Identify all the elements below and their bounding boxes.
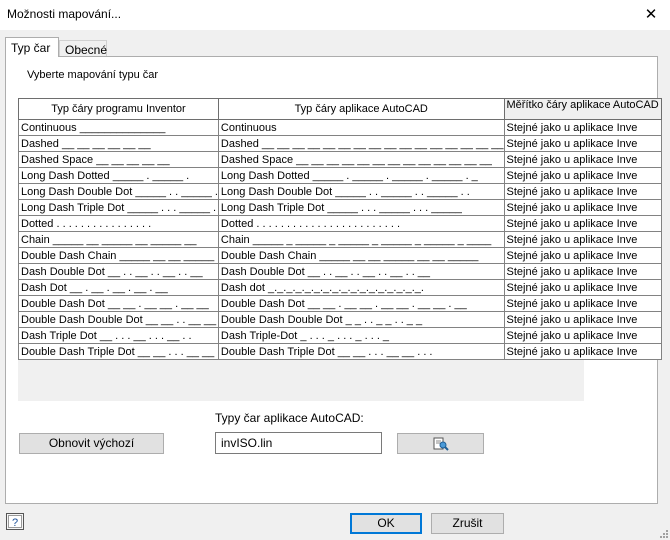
linetype-scale-cell[interactable]: Stejné jako u aplikace Inve	[503, 311, 662, 328]
table-row[interactable]: Continuous ______________ Continuous Stejn…	[18, 119, 662, 136]
linetype-scale-cell[interactable]: Stejné jako u aplikace Inve	[503, 135, 662, 152]
autocad-linetype-cell[interactable]: Chain _____ _ _____ _ _____ _ _____ _ __…	[217, 231, 505, 248]
table-row[interactable]: Chain _____ __ _____ __ _____ __ Chain __…	[18, 231, 662, 248]
inventor-linetype-cell[interactable]: Dash Triple Dot __ . . . __ . . . __ . .	[18, 327, 219, 344]
linetype-scale-cell[interactable]: Stejné jako u aplikace Inve	[503, 215, 662, 232]
inventor-linetype-cell[interactable]: Long Dash Triple Dot _____ . . . _____ .	[18, 199, 219, 216]
linetype-scale-cell[interactable]: Stejné jako u aplikace Inve	[503, 231, 662, 248]
inventor-linetype-cell[interactable]: Dash Double Dot __ . . __ . . __ . . __	[18, 263, 219, 280]
cancel-button[interactable]: Zrušit	[431, 513, 504, 534]
linetype-scale-cell[interactable]: Stejné jako u aplikace Inve	[503, 327, 662, 344]
help-icon: ?	[6, 513, 24, 530]
linetype-scale-cell[interactable]: Stejné jako u aplikace Inve	[503, 199, 662, 216]
table-row[interactable]: Long Dash Triple Dot _____ . . . _____ .…	[18, 199, 662, 216]
column-header-scale[interactable]: Měřítko čáry aplikace AutoCAD	[503, 98, 662, 120]
autocad-linetype-cell[interactable]: Dashed Space __ __ __ __ __ __ __ __ __ …	[217, 151, 505, 168]
table-row[interactable]: Double Dash Dot __ __ . __ __ . __ __ Dou…	[18, 295, 662, 312]
table-row[interactable]: Dashed __ __ __ __ __ __ Dashed __ __ __ …	[18, 135, 662, 152]
column-header-inventor[interactable]: Typ čáry programu Inventor	[18, 98, 219, 120]
autocad-linetypes-label: Typy čar aplikace AutoCAD:	[215, 411, 364, 425]
inventor-linetype-cell[interactable]: Long Dash Dotted _____ . _____ .	[18, 167, 219, 184]
table-row[interactable]: Double Dash Double Dot __ __ . . __ __ Do…	[18, 311, 662, 328]
autocad-linetype-cell[interactable]: Double Dash Dot __ __ . __ __ . __ __ . …	[217, 295, 505, 312]
table-row[interactable]: Long Dash Double Dot _____ . . _____ . Lo…	[18, 183, 662, 200]
inventor-linetype-cell[interactable]: Long Dash Double Dot _____ . . _____ .	[18, 183, 219, 200]
inventor-linetype-cell[interactable]: Double Dash Chain _____ __ __ _____	[18, 247, 219, 264]
help-button[interactable]: ?	[6, 513, 24, 530]
linetype-mapping-grid: Typ čáry programu Inventor Typ čáry apli…	[18, 98, 662, 360]
autocad-linetype-cell[interactable]: Dash Double Dot __ . . __ . . __ . . __ …	[217, 263, 505, 280]
inventor-linetype-cell[interactable]: Double Dash Triple Dot __ __ . . . __ __	[18, 343, 219, 360]
table-row[interactable]: Dash Dot __ . __ . __ . __ . __ Dash dot …	[18, 279, 662, 296]
autocad-linetype-cell[interactable]: Dotted . . . . . . . . . . . . . . . . .…	[217, 215, 505, 232]
browse-button[interactable]	[397, 433, 484, 454]
linetype-scale-cell[interactable]: Stejné jako u aplikace Inve	[503, 151, 662, 168]
window-title: Možnosti mapování...	[7, 7, 122, 21]
instruction-text: Vyberte mapování typu čar	[27, 69, 159, 81]
tab-typ-car[interactable]: Typ čar	[5, 37, 59, 57]
autocad-linetype-cell[interactable]: Double Dash Chain _____ __ __ _____ __ _…	[217, 247, 505, 264]
title-bar: Možnosti mapování... ✕	[0, 0, 670, 30]
linetype-scale-cell[interactable]: Stejné jako u aplikace Inve	[503, 119, 662, 136]
tab-obecne[interactable]: Obecné	[59, 40, 107, 57]
autocad-linetype-cell[interactable]: Dashed __ __ __ __ __ __ __ __ __ __ __ …	[217, 135, 505, 152]
open-file-icon	[433, 437, 449, 451]
inventor-linetype-cell[interactable]: Dashed __ __ __ __ __ __	[18, 135, 219, 152]
table-row[interactable]: Dash Double Dot __ . . __ . . __ . . __ D…	[18, 263, 662, 280]
resize-grip-icon[interactable]	[658, 528, 668, 538]
linetype-scale-cell[interactable]: Stejné jako u aplikace Inve	[503, 343, 662, 360]
column-header-autocad[interactable]: Typ čáry aplikace AutoCAD	[217, 98, 505, 120]
inventor-linetype-cell[interactable]: Double Dash Dot __ __ . __ __ . __ __	[18, 295, 219, 312]
autocad-linetype-cell[interactable]: Dash dot _._._._._._._._._._._._._._._._…	[217, 279, 505, 296]
autocad-linetype-cell[interactable]: Double Dash Triple Dot __ __ . . . __ __…	[217, 343, 505, 360]
table-row[interactable]: Double Dash Triple Dot __ __ . . . __ __…	[18, 343, 662, 360]
svg-text:?: ?	[12, 517, 18, 529]
inventor-linetype-cell[interactable]: Chain _____ __ _____ __ _____ __	[18, 231, 219, 248]
table-row[interactable]: Double Dash Chain _____ __ __ _____ Doubl…	[18, 247, 662, 264]
table-row[interactable]: Dotted . . . . . . . . . . . . . . . . Do…	[18, 215, 662, 232]
autocad-linetype-cell[interactable]: Long Dash Double Dot _____ . . _____ . .…	[217, 183, 505, 200]
autocad-linetype-cell[interactable]: Continuous	[217, 119, 505, 136]
table-row[interactable]: Dash Triple Dot __ . . . __ . . . __ . .…	[18, 327, 662, 344]
linetype-scale-cell[interactable]: Stejné jako u aplikace Inve	[503, 247, 662, 264]
close-icon[interactable]: ✕	[638, 4, 664, 26]
linetype-scale-cell[interactable]: Stejné jako u aplikace Inve	[503, 295, 662, 312]
inventor-linetype-cell[interactable]: Dash Dot __ . __ . __ . __ . __	[18, 279, 219, 296]
autocad-linetype-cell[interactable]: Long Dash Triple Dot _____ . . . _____ .…	[217, 199, 505, 216]
linetype-scale-cell[interactable]: Stejné jako u aplikace Inve	[503, 279, 662, 296]
inventor-linetype-cell[interactable]: Double Dash Double Dot __ __ . . __ __	[18, 311, 219, 328]
reset-defaults-button[interactable]: Obnovit výchozí	[19, 433, 164, 454]
table-row[interactable]: Dashed Space __ __ __ __ __ Dashed Space …	[18, 151, 662, 168]
linetype-scale-cell[interactable]: Stejné jako u aplikace Inve	[503, 263, 662, 280]
autocad-linetype-cell[interactable]: Dash Triple-Dot _ . . . _ . . . _ . . . …	[217, 327, 505, 344]
linetype-scale-cell[interactable]: Stejné jako u aplikace Inve	[503, 167, 662, 184]
inventor-linetype-cell[interactable]: Dotted . . . . . . . . . . . . . . . .	[18, 215, 219, 232]
autocad-linetype-cell[interactable]: Double Dash Double Dot _ _ . . _ _ . . _…	[217, 311, 505, 328]
inventor-linetype-cell[interactable]: Dashed Space __ __ __ __ __	[18, 151, 219, 168]
linetype-scale-cell[interactable]: Stejné jako u aplikace Inve	[503, 183, 662, 200]
inventor-linetype-cell[interactable]: Continuous ______________	[18, 119, 219, 136]
autocad-linetypes-file-input[interactable]: invISO.lin	[215, 432, 382, 454]
table-row[interactable]: Long Dash Dotted _____ . _____ . Long Das…	[18, 167, 662, 184]
autocad-linetype-cell[interactable]: Long Dash Dotted _____ . _____ . _____ .…	[217, 167, 505, 184]
ok-button[interactable]: OK	[350, 513, 422, 534]
